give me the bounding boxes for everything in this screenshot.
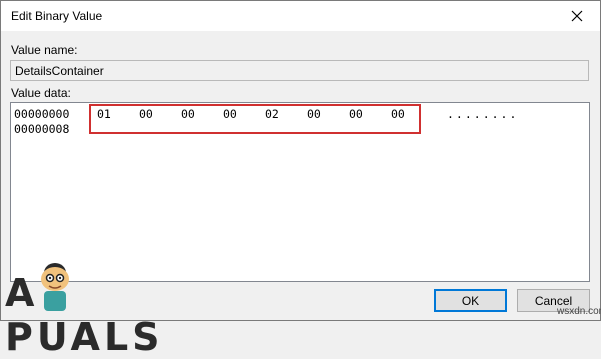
value-data-label: Value data: [11,86,71,100]
close-button[interactable] [554,1,600,31]
ok-button[interactable]: OK [434,289,507,312]
edit-binary-value-dialog: Edit Binary Value Value name: DetailsCon… [0,0,601,359]
value-name-label: Value name: [11,43,78,57]
title-bar: Edit Binary Value [1,1,600,31]
row-address: 00000000 [14,107,70,121]
site-watermark: wsxdn.com [557,306,601,317]
appuals-logo: APUALS [5,259,215,359]
value-name-field: DetailsContainer [10,60,589,81]
highlight-box [89,104,421,134]
value-data-editor[interactable]: 00000000 01 00 00 00 02 00 00 00 .......… [10,102,590,282]
row-address: 00000008 [14,122,70,136]
window-title: Edit Binary Value [11,9,103,23]
ascii-column: ........ [447,107,519,121]
close-icon [571,10,583,22]
logo-text: APUALS [5,271,164,359]
